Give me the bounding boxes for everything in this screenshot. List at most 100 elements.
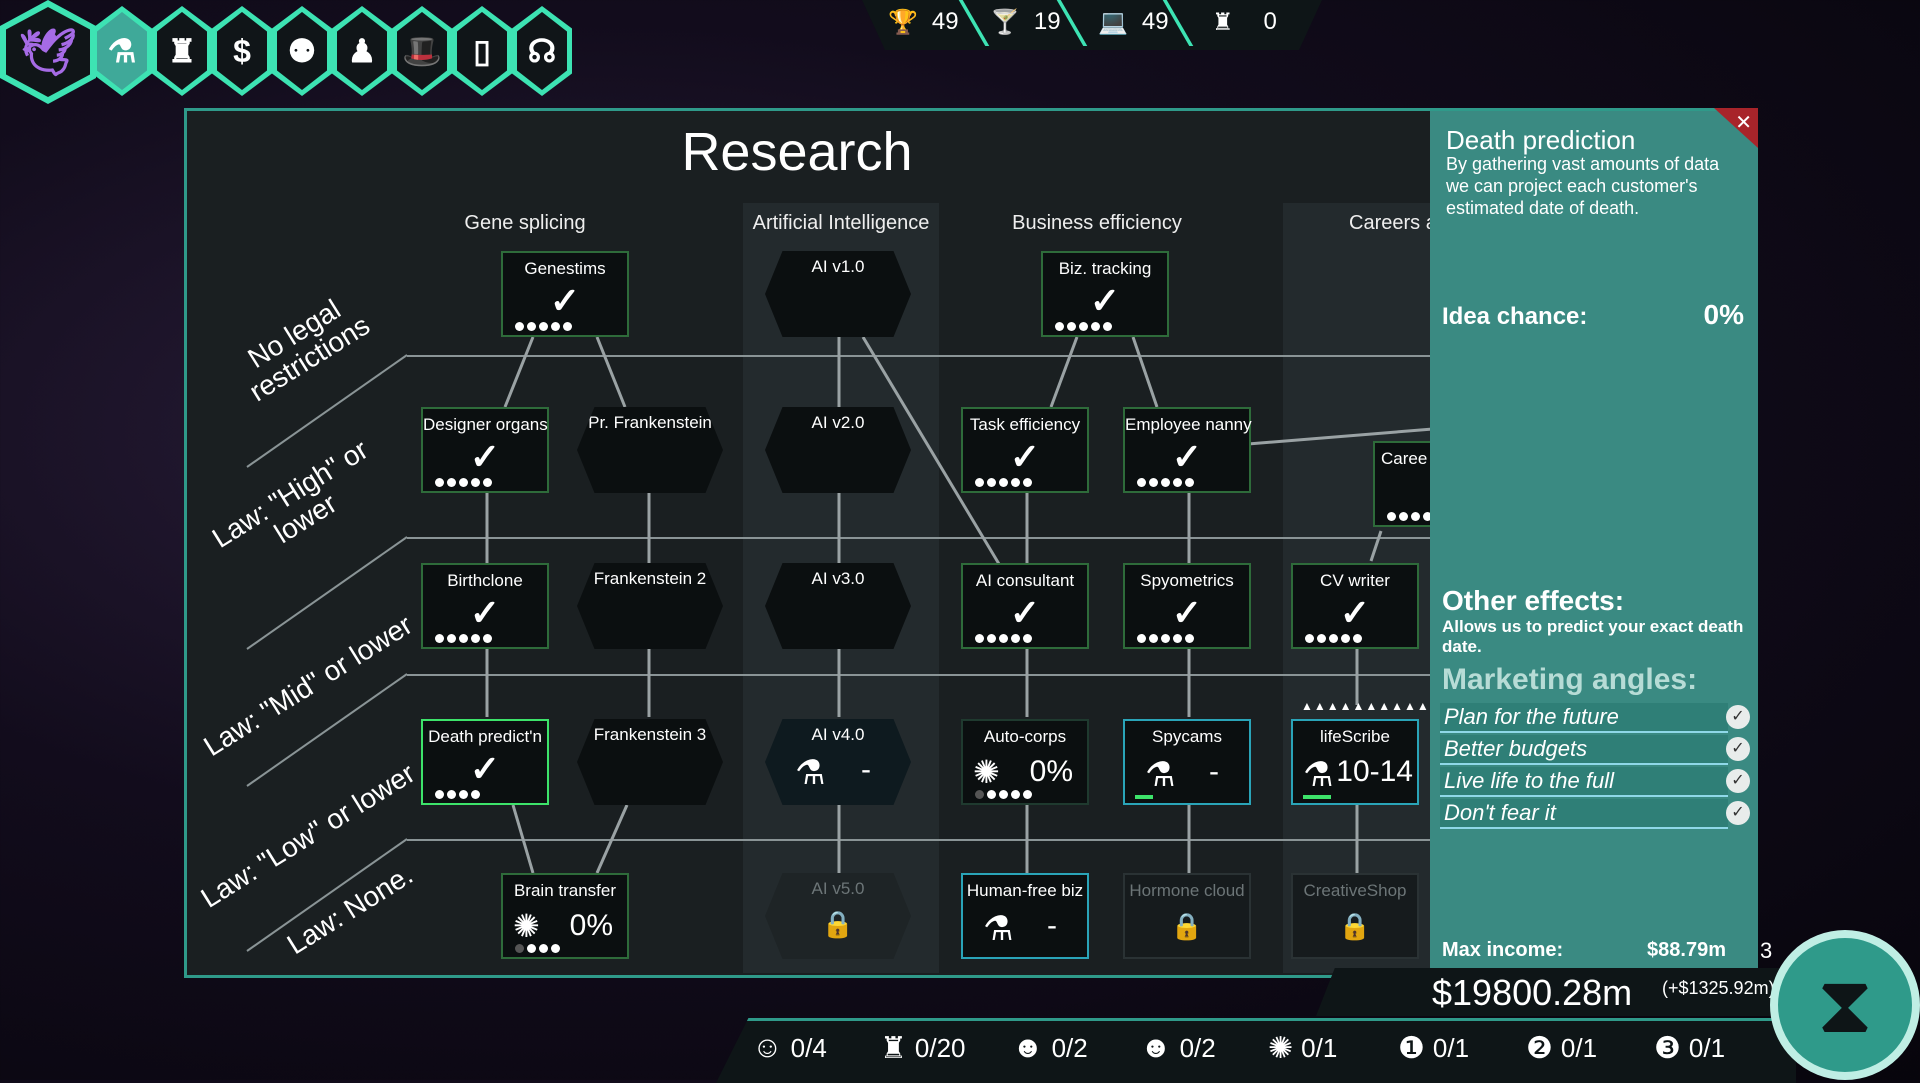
phone-tab-button[interactable]: ▯: [452, 6, 512, 96]
stat-laptops: 💻 49: [1098, 0, 1169, 44]
research-progress-bar: [1135, 795, 1153, 799]
staff-slot-scientists[interactable]: ☺ 0/4: [752, 1028, 827, 1068]
staff-slot-brain-1[interactable]: ❶ 0/1: [1398, 1028, 1469, 1068]
node-name: Frankenstein 2: [593, 569, 707, 588]
staff-count: 0/1: [1301, 1032, 1338, 1063]
progress-dots: [435, 634, 492, 643]
tech-node-ai-v2[interactable]: AI v2.0: [765, 407, 911, 493]
tech-node-task-efficiency[interactable]: Task efficiency ✓: [961, 407, 1089, 493]
progress-dots: [1055, 322, 1112, 331]
tech-node-ai-consultant[interactable]: AI consultant ✓: [961, 563, 1089, 649]
tech-node-ai-v4[interactable]: AI v4.0 ⚗ -: [765, 719, 911, 805]
staff-slot-brain-a[interactable]: ✺ 0/1: [1268, 1028, 1337, 1068]
tech-node-auto-corps[interactable]: Auto-corps ✺ 0%: [961, 719, 1089, 805]
stat-value: 49: [1141, 8, 1169, 35]
node-value: 10-14: [1336, 755, 1413, 788]
head-tab-button[interactable]: ☊: [512, 6, 572, 96]
staff-slot-workers[interactable]: ♜ 0/20: [880, 1028, 966, 1068]
check-circle-icon: ✓: [1726, 769, 1750, 793]
spy-tab-button[interactable]: 🎩: [392, 6, 452, 96]
tech-node-spyometrics[interactable]: Spyometrics ✓: [1123, 563, 1251, 649]
staff-slot-brain-2[interactable]: ❷ 0/1: [1526, 1028, 1597, 1068]
lock-icon: 🔒: [821, 909, 855, 939]
staff-slot-managers[interactable]: ☻ 0/2: [1012, 1028, 1088, 1068]
tech-node-hormone-cloud[interactable]: Hormone cloud 🔒: [1123, 873, 1251, 959]
marketing-angle-item[interactable]: Plan for the future: [1440, 703, 1728, 733]
tech-node-pr-frankenstein[interactable]: Pr. Frankenstein: [577, 407, 723, 493]
other-effects-title: Other effects:: [1442, 585, 1625, 616]
tech-node-ai-v5[interactable]: AI v5.0 🔒: [765, 873, 911, 959]
staff-count: 0/1: [1560, 1032, 1598, 1063]
other-effects-text: Allows us to predict your exact death da…: [1442, 617, 1744, 656]
tech-node-employee-nanny[interactable]: Employee nanny ✓: [1123, 407, 1252, 493]
tech-node-lifescribe[interactable]: ▲▲▲▲▲▲▲▲▲▲+ lifeScribe ⚗ 10-14: [1291, 699, 1437, 805]
brain-2-icon: ❷: [1526, 1031, 1553, 1065]
staff-slot-brain-3[interactable]: ❸ 0/1: [1654, 1028, 1725, 1068]
node-name: Employee nanny: [1125, 415, 1252, 434]
tech-node-genestims[interactable]: Genestims ✓: [501, 251, 629, 337]
tech-node-brain-transfer[interactable]: Brain transfer ✺ 0%: [501, 873, 629, 959]
node-name: AI consultant: [975, 571, 1075, 590]
tech-node-human-free-biz[interactable]: Human-free biz ⚗ -: [961, 873, 1089, 959]
customers-tab-button[interactable]: ⚉: [272, 6, 332, 96]
checkmark-icon: ✓: [549, 280, 581, 321]
node-name: Brain transfer: [513, 881, 617, 900]
staff-bar: [716, 1018, 1796, 1083]
stat-value: 49: [931, 8, 959, 35]
idea-brain-icon: ✺: [513, 908, 540, 944]
chess-icon: ♟: [337, 12, 387, 90]
strategy-tab-button[interactable]: ♟: [332, 6, 392, 96]
node-name: Human-free biz: [966, 881, 1084, 900]
marketing-angle-item[interactable]: Better budgets: [1440, 735, 1728, 765]
node-name: AI v3.0: [811, 569, 865, 588]
tech-node-death-prediction[interactable]: Death predict'n ✓: [421, 719, 549, 805]
marketing-angles-title: Marketing angles:: [1442, 663, 1698, 696]
staff-tab-button[interactable]: ♜: [152, 6, 212, 96]
tech-node-frankenstein-2[interactable]: Frankenstein 2: [577, 563, 723, 649]
progress-dots: [435, 790, 480, 799]
checkmark-icon: ✓: [469, 592, 501, 633]
hourglass-icon: ⧗: [1816, 959, 1874, 1049]
node-value: -: [1047, 909, 1057, 942]
tech-node-ai-v1[interactable]: AI v1.0: [765, 251, 911, 337]
tech-node-frankenstein-3[interactable]: Frankenstein 3: [577, 719, 723, 805]
checkmark-icon: ✓: [469, 748, 501, 789]
staff-count: 0/4: [790, 1032, 827, 1063]
node-value: -: [861, 753, 871, 786]
research-tab-button[interactable]: ⚗: [92, 6, 152, 96]
tech-node-careers[interactable]: Caree: [1373, 441, 1433, 527]
money-delta: (+$1325.92m): [1662, 978, 1775, 998]
finance-tab-button[interactable]: $: [212, 6, 272, 96]
idea-brain-icon: ✺: [973, 754, 1000, 790]
node-name: Frankenstein 3: [593, 725, 707, 744]
flask-icon: ⚗: [983, 910, 1014, 948]
tech-node-designer-organs[interactable]: Designer organs ✓: [421, 407, 549, 493]
progress-dots: [1137, 478, 1194, 487]
dove-icon: 🕊: [6, 7, 90, 97]
tech-node-ai-v3[interactable]: AI v3.0: [765, 563, 911, 649]
staff-slot-executives[interactable]: ☻ 0/2: [1140, 1028, 1216, 1068]
marketing-angle-item[interactable]: Live life to the full: [1440, 767, 1728, 797]
tech-node-birthclone[interactable]: Birthclone ✓: [421, 563, 549, 649]
node-name: AI v5.0: [811, 879, 865, 898]
staff-count: 0/2: [1051, 1032, 1088, 1063]
tech-node-biz-tracking[interactable]: Biz. tracking ✓: [1041, 251, 1169, 337]
spy-hat-icon: 🎩: [397, 12, 447, 90]
side-counter: 3: [1760, 938, 1773, 963]
people-icon: ⚉: [277, 12, 327, 90]
tech-node-creativeshop[interactable]: CreativeShop 🔒: [1291, 873, 1419, 959]
suit-icon: ♜: [1212, 8, 1234, 36]
marketing-angle-item[interactable]: Don't fear it: [1440, 799, 1728, 829]
flask-icon: ⚗: [795, 754, 826, 792]
idea-chance-label: Idea chance:: [1442, 303, 1588, 330]
tech-info-panel: Death prediction By gathering vast amoun…: [1430, 108, 1758, 975]
node-name: Death predict'n: [428, 727, 542, 746]
home-dove-button[interactable]: 🕊: [0, 0, 96, 104]
checkmark-icon: ✓: [1009, 592, 1041, 633]
staff-count: 0/20: [914, 1032, 966, 1063]
node-name: Biz. tracking: [1058, 259, 1152, 278]
tech-node-spycams[interactable]: Spycams ⚗ -: [1123, 719, 1251, 805]
tech-node-cv-writer[interactable]: CV writer ✓: [1291, 563, 1419, 649]
checkmark-icon: ✓: [1171, 436, 1203, 477]
end-turn-button[interactable]: ⧗: [1770, 930, 1920, 1080]
